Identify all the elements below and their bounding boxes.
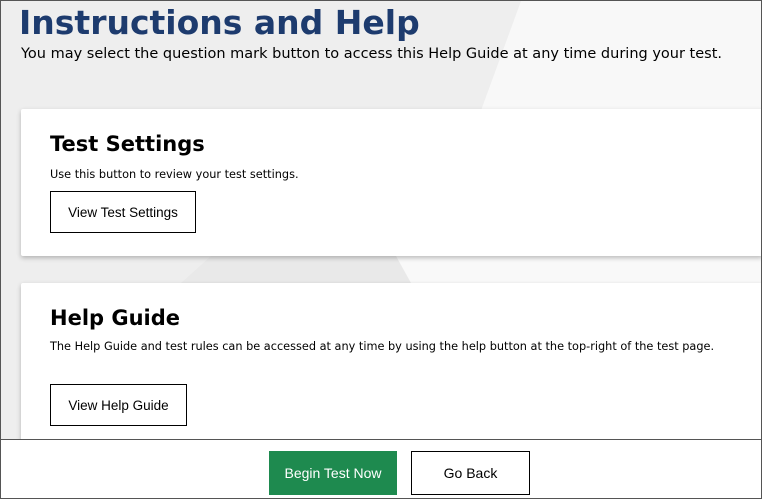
test-settings-title: Test Settings — [50, 132, 205, 156]
begin-test-button[interactable]: Begin Test Now — [269, 451, 397, 495]
help-guide-title: Help Guide — [50, 306, 181, 330]
help-guide-description: The Help Guide and test rules can be acc… — [50, 340, 715, 353]
help-guide-card: Help Guide The Help Guide and test rules… — [21, 283, 761, 439]
page-title: Instructions and Help — [19, 3, 420, 42]
footer-bar: Begin Test Now Go Back — [1, 439, 761, 498]
test-settings-description: Use this button to review your test sett… — [50, 168, 299, 181]
view-test-settings-button[interactable]: View Test Settings — [50, 191, 196, 233]
test-window: Instructions and Help You may select the… — [0, 0, 762, 499]
main-content: Instructions and Help You may select the… — [1, 1, 761, 439]
page-subtitle: You may select the question mark button … — [21, 46, 722, 62]
test-settings-card: Test Settings Use this button to review … — [21, 109, 761, 256]
go-back-button[interactable]: Go Back — [411, 451, 530, 495]
view-help-guide-button[interactable]: View Help Guide — [50, 384, 187, 426]
